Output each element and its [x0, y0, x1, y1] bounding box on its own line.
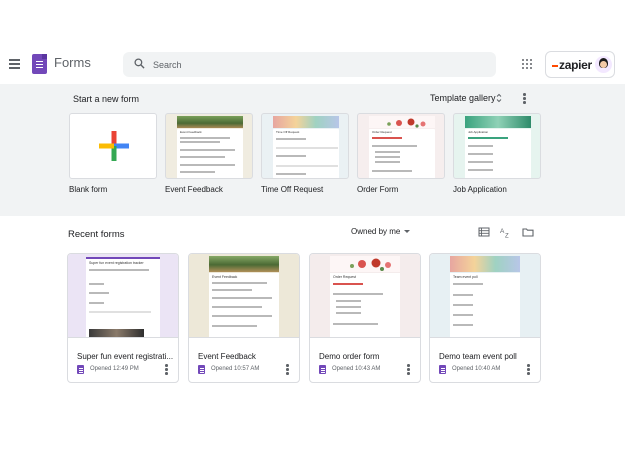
template-thumbnail[interactable]: Time Off Request [261, 113, 349, 179]
template-thumbnail[interactable]: Event Feedback [165, 113, 253, 179]
folder-icon[interactable] [522, 226, 534, 238]
thumbnail-title: Time Off Request [276, 130, 300, 134]
main-menu-icon[interactable] [9, 59, 20, 69]
template-thumbnail[interactable] [69, 113, 157, 179]
form-preview[interactable]: Team event poll [430, 254, 540, 338]
template-job-application[interactable]: Job Application Job Application [453, 113, 541, 194]
thumbnail-title: Order Request [372, 130, 392, 134]
template-label: Order Form [357, 185, 399, 194]
forms-file-icon [198, 365, 205, 374]
forms-file-icon [77, 365, 84, 374]
template-time-off-request[interactable]: Time Off Request Time Off Request [261, 113, 349, 194]
template-blank-form[interactable]: Blank form [69, 113, 157, 194]
thumbnail-banner [369, 116, 435, 128]
zapier-logo-text: zapier [552, 58, 592, 72]
forms-logo-icon[interactable] [32, 54, 47, 74]
search-input[interactable] [153, 57, 453, 72]
template-label: Job Application [453, 185, 507, 194]
template-label: Blank form [69, 185, 108, 194]
thumbnail-form-card: Event Feedback [177, 129, 243, 178]
app-title[interactable]: Forms [54, 55, 91, 70]
forms-file-icon [439, 365, 446, 374]
thumbnail-banner [465, 116, 531, 128]
form-more-icon[interactable] [407, 364, 410, 376]
plus-icon [99, 131, 129, 161]
owner-filter-dropdown[interactable]: Owned by me [351, 227, 400, 236]
form-title[interactable]: Demo team event poll [439, 352, 535, 361]
template-gallery-button[interactable]: Template gallery [430, 93, 496, 103]
search-icon[interactable] [134, 58, 145, 69]
form-title[interactable]: Super fun event registrati... [77, 352, 173, 361]
account-switcher[interactable]: zapier [545, 51, 615, 78]
preview-title: Order Request [333, 275, 356, 279]
thumbnail-banner [177, 116, 243, 128]
template-thumbnail[interactable]: Order Request [357, 113, 445, 179]
preview-title: Event Feedback [212, 275, 238, 279]
form-more-icon[interactable] [286, 364, 289, 376]
forms-file-icon [319, 365, 326, 374]
recent-form-card[interactable]: Team event poll Demo team event poll Ope… [429, 253, 541, 383]
svg-text:Z: Z [505, 234, 509, 239]
form-preview[interactable]: Super fun event registration tracker [68, 254, 178, 338]
forms-home: Forms zapier Start a new form Template g… [0, 0, 625, 469]
last-opened-time: Opened 10:43 AM [332, 366, 381, 372]
form-more-icon[interactable] [527, 364, 530, 376]
preview-banner [209, 256, 279, 272]
preview-form-card: Team event poll [450, 273, 520, 337]
last-opened-time: Opened 10:57 AM [211, 366, 260, 372]
recent-form-card[interactable]: Order Request Demo order form Opened 10:… [309, 253, 421, 383]
thumbnail-title: Event Feedback [180, 130, 202, 134]
recent-form-card[interactable]: Super fun event registration tracker Sup… [67, 253, 179, 383]
form-more-icon[interactable] [165, 364, 168, 376]
thumbnail-title: Job Application [468, 130, 489, 134]
template-order-form[interactable]: Order Request Order Form [357, 113, 445, 194]
sort-az-icon[interactable]: A Z [500, 226, 512, 238]
preview-title: Super fun event registration tracker [89, 261, 144, 265]
thumbnail-form-card: Time Off Request [273, 129, 339, 178]
thumbnail-banner [273, 116, 339, 128]
recent-form-card[interactable]: Event Feedback Event Feedback Opened 10:… [188, 253, 300, 383]
flowers-illustration [387, 118, 426, 128]
template-label: Time Off Request [261, 185, 324, 194]
template-more-icon[interactable] [523, 93, 526, 105]
form-title[interactable]: Demo order form [319, 352, 415, 361]
preview-banner [450, 256, 520, 272]
template-event-feedback[interactable]: Event Feedback Event Feedback [165, 113, 253, 194]
preview-title: Team event poll [453, 275, 478, 279]
preview-form-card: Super fun event registration tracker [86, 257, 160, 337]
google-apps-icon[interactable] [522, 59, 532, 69]
preview-form-card: Event Feedback [209, 273, 279, 337]
search-bar[interactable] [123, 52, 496, 77]
start-new-form-heading: Start a new form [73, 94, 140, 104]
last-opened-time: Opened 12:49 PM [90, 366, 139, 372]
thumbnail-form-card: Job Application [465, 129, 531, 178]
expand-collapse-icon[interactable] [496, 93, 502, 103]
template-thumbnail[interactable]: Job Application [453, 113, 541, 179]
preview-form-card: Order Request [330, 273, 400, 337]
thumbnail-form-card: Order Request [369, 129, 435, 178]
list-view-icon[interactable] [478, 226, 490, 238]
form-preview[interactable]: Event Feedback [189, 254, 299, 338]
last-opened-time: Opened 10:40 AM [452, 366, 501, 372]
recent-forms-heading: Recent forms [68, 229, 125, 240]
flowers-illustration [330, 256, 400, 272]
template-label: Event Feedback [165, 185, 223, 194]
form-title[interactable]: Event Feedback [198, 352, 294, 361]
chevron-down-icon[interactable] [404, 230, 410, 233]
avatar[interactable] [595, 56, 612, 73]
form-preview[interactable]: Order Request [310, 254, 420, 338]
